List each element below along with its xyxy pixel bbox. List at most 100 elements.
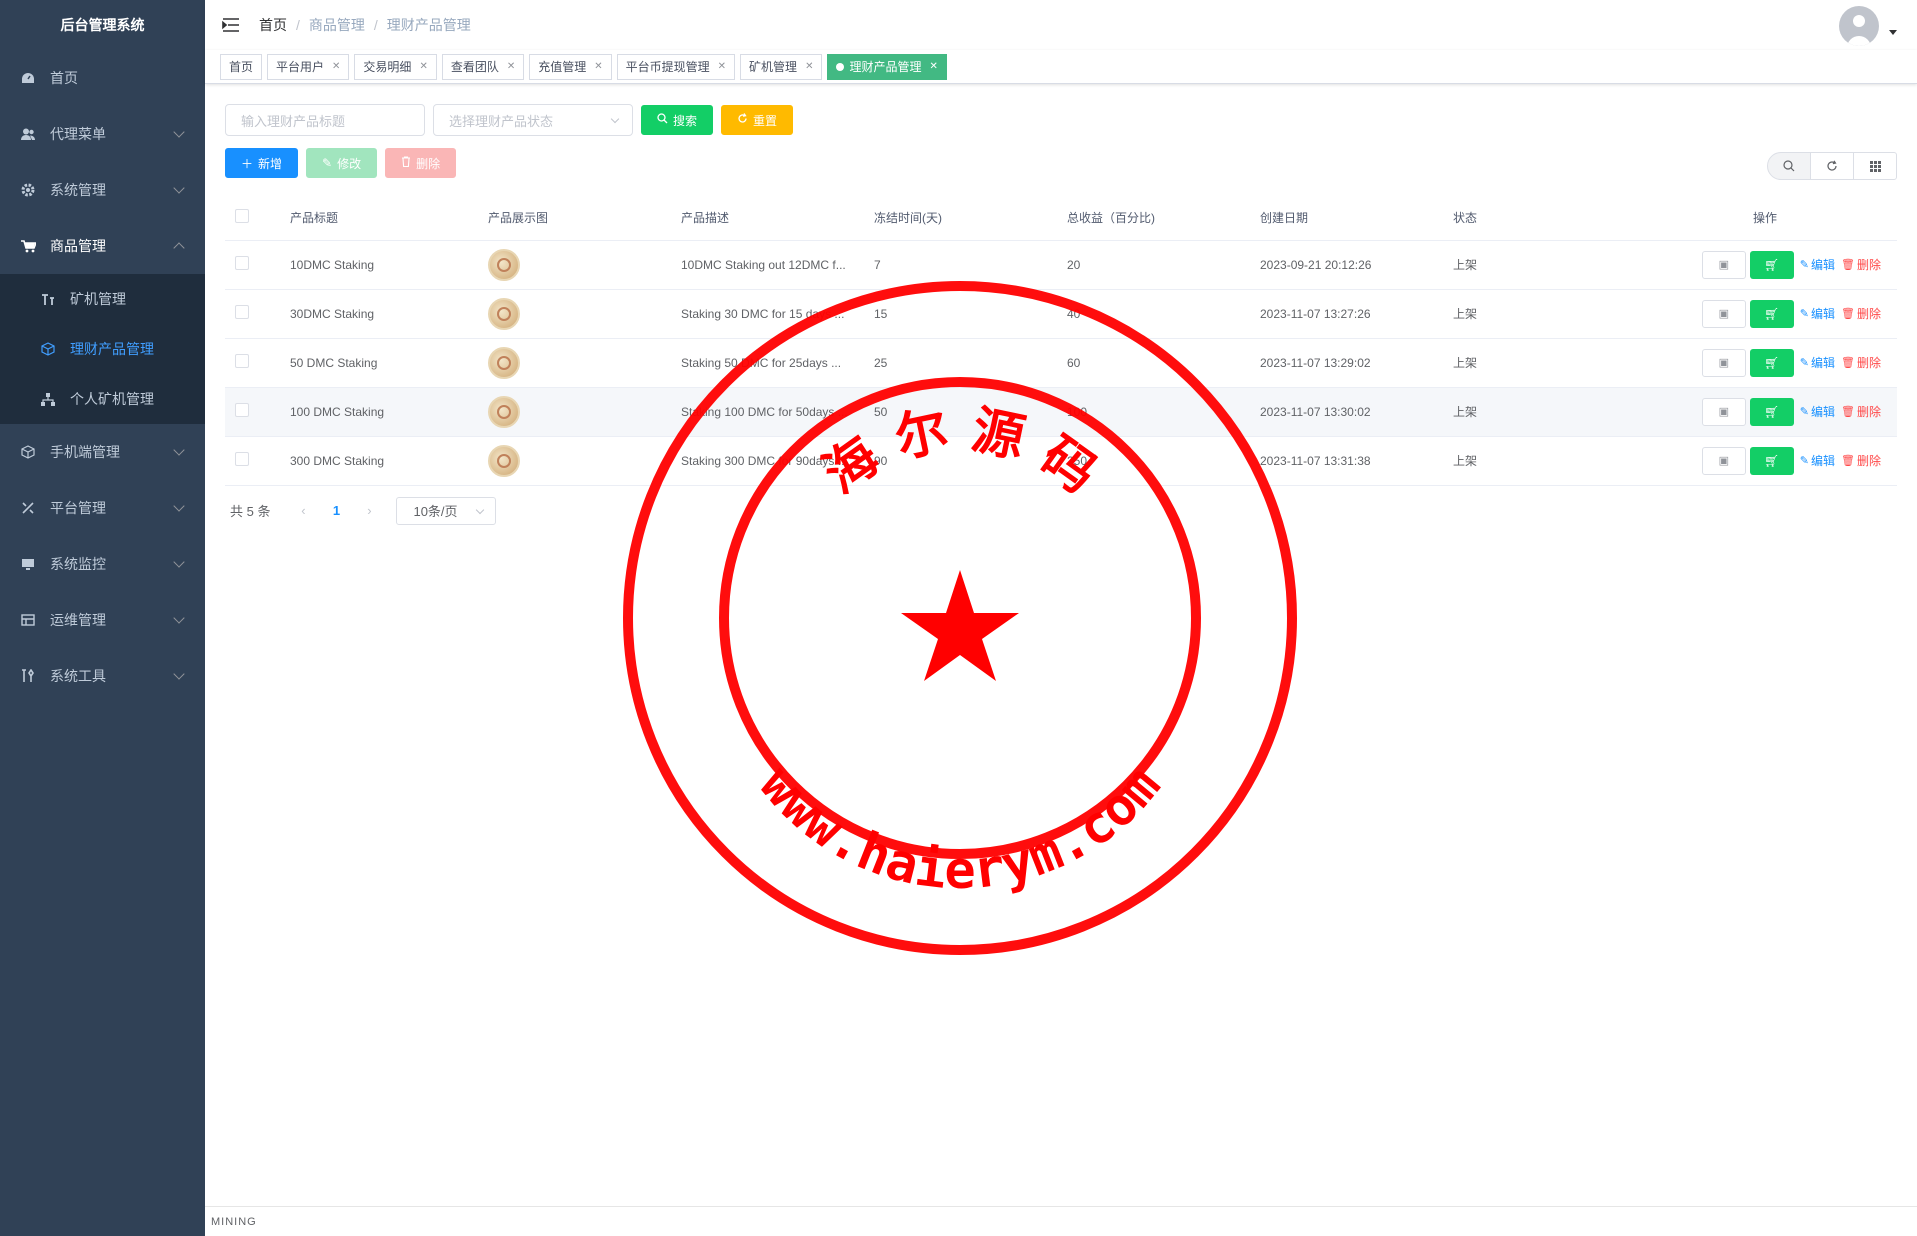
sidebar-subitem-personal-miner[interactable]: 个人矿机管理 bbox=[0, 374, 205, 424]
network-icon bbox=[40, 391, 56, 407]
sidebar-item-mobile[interactable]: 手机端管理 bbox=[0, 424, 205, 480]
close-icon[interactable]: ✕ bbox=[507, 55, 515, 79]
tag-miner[interactable]: 矿机管理 ✕ bbox=[740, 53, 823, 80]
column-header: 创建日期 bbox=[1250, 196, 1443, 241]
cell-date: 2023-09-21 20:12:26 bbox=[1250, 240, 1443, 290]
add-button[interactable]: ＋ 新增 bbox=[225, 148, 299, 178]
tag-transactions[interactable]: 交易明细 ✕ bbox=[354, 53, 437, 80]
cart-button[interactable]: 🛒︎ bbox=[1749, 250, 1794, 279]
row-checkbox[interactable] bbox=[235, 354, 249, 368]
product-image[interactable] bbox=[488, 444, 520, 477]
cell-title: 50 DMC Staking bbox=[280, 338, 478, 388]
close-icon[interactable]: ✕ bbox=[332, 55, 340, 79]
hamburger-icon[interactable] bbox=[211, 0, 251, 50]
row-edit-link[interactable]: ✎ 编辑 bbox=[1800, 354, 1835, 371]
prev-page-button[interactable]: ‹ bbox=[288, 503, 318, 518]
product-image[interactable] bbox=[488, 346, 520, 379]
row-edit-link[interactable]: ✎ 编辑 bbox=[1800, 403, 1835, 420]
product-image[interactable] bbox=[488, 297, 520, 330]
row-delete-label: 删除 bbox=[1856, 356, 1881, 370]
row-checkbox[interactable] bbox=[235, 256, 249, 270]
close-icon[interactable]: ✕ bbox=[929, 55, 937, 79]
page-number[interactable]: 1 bbox=[318, 503, 354, 518]
edit-button[interactable]: ✎ 修改 bbox=[306, 148, 378, 178]
product-image[interactable] bbox=[488, 395, 520, 428]
sidebar-item-monitor[interactable]: 系统监控 bbox=[0, 536, 205, 592]
sidebar-item-goods[interactable]: 商品管理 bbox=[0, 218, 205, 274]
reset-button[interactable]: 重置 bbox=[721, 105, 794, 135]
chevron-down-icon bbox=[173, 668, 185, 680]
active-dot bbox=[836, 62, 845, 71]
row-checkbox[interactable] bbox=[235, 452, 249, 466]
row-delete-link[interactable]: 🗑︎ 删除 bbox=[1841, 305, 1881, 322]
close-icon[interactable]: ✕ bbox=[594, 55, 602, 79]
delete-button[interactable]: 删除 bbox=[385, 148, 457, 178]
cell-date: 2023-11-07 13:29:02 bbox=[1250, 338, 1443, 388]
tag-label: 首页 bbox=[229, 59, 254, 74]
close-icon[interactable]: ✕ bbox=[805, 55, 813, 79]
avatar[interactable] bbox=[1839, 6, 1879, 46]
cart-button[interactable]: 🛒︎ bbox=[1749, 348, 1794, 377]
tag-withdraw[interactable]: 平台币提现管理 ✕ bbox=[616, 53, 736, 80]
row-delete-link[interactable]: 🗑︎ 删除 bbox=[1841, 452, 1881, 469]
cell-desc: Staking 100 DMC for 50days ... bbox=[671, 387, 864, 437]
view-image-button[interactable]: ▣ bbox=[1701, 397, 1746, 426]
row-edit-link[interactable]: ✎ 编辑 bbox=[1800, 305, 1835, 322]
sidebar-item-home[interactable]: 首页 bbox=[0, 50, 205, 106]
search-button[interactable]: 搜索 bbox=[641, 105, 714, 135]
cell-title: 10DMC Staking bbox=[280, 240, 478, 290]
status-select[interactable]: 选择理财产品状态 bbox=[433, 104, 633, 136]
row-checkbox[interactable] bbox=[235, 305, 249, 319]
sidebar-item-ops[interactable]: 运维管理 bbox=[0, 592, 205, 648]
sidebar-item-label: 系统工具 bbox=[50, 668, 106, 684]
tag-finance-product[interactable]: 理财产品管理 ✕ bbox=[827, 53, 947, 80]
breadcrumb-home[interactable]: 首页 bbox=[259, 15, 287, 35]
chevron-down-icon bbox=[476, 505, 485, 514]
view-image-button[interactable]: ▣ bbox=[1701, 299, 1746, 328]
tag-home[interactable]: 首页 bbox=[220, 53, 263, 80]
row-delete-link[interactable]: 🗑︎ 删除 bbox=[1841, 354, 1881, 371]
columns-button[interactable] bbox=[1853, 152, 1897, 180]
row-checkbox[interactable] bbox=[235, 403, 249, 417]
close-icon[interactable]: ✕ bbox=[718, 55, 726, 79]
page-size-select[interactable]: 10条/页 bbox=[396, 496, 497, 525]
image-icon: ▣ bbox=[1718, 357, 1729, 369]
title-search-input[interactable]: 输入理财产品标题 bbox=[225, 104, 425, 136]
view-image-button[interactable]: ▣ bbox=[1701, 250, 1746, 279]
sidebar: 后台管理系统 首页 代理菜单 系统管理 商品管理 矿机管理 理财产品管理 个人矿… bbox=[0, 0, 205, 1236]
column-header: 总收益（百分比) bbox=[1057, 196, 1250, 241]
cell-desc: 10DMC Staking out 12DMC f... bbox=[671, 240, 864, 290]
table-row: 50 DMC Staking Staking 50 DMC for 25days… bbox=[225, 338, 1897, 388]
row-delete-link[interactable]: 🗑︎ 删除 bbox=[1841, 256, 1881, 273]
image-icon: ▣ bbox=[1718, 455, 1729, 467]
cart-button[interactable]: 🛒︎ bbox=[1749, 299, 1794, 328]
refresh-button[interactable] bbox=[1810, 152, 1854, 180]
row-edit-link[interactable]: ✎ 编辑 bbox=[1800, 256, 1835, 273]
select-all-checkbox[interactable] bbox=[235, 209, 249, 224]
sidebar-item-system[interactable]: 系统管理 bbox=[0, 162, 205, 218]
view-image-button[interactable]: ▣ bbox=[1701, 446, 1746, 475]
view-image-button[interactable]: ▣ bbox=[1701, 348, 1746, 377]
row-delete-link[interactable]: 🗑︎ 删除 bbox=[1841, 403, 1881, 420]
sidebar-item-platform[interactable]: 平台管理 bbox=[0, 480, 205, 536]
cell-desc: Staking 50 DMC for 25days ... bbox=[671, 338, 864, 388]
chevron-down-icon bbox=[173, 444, 185, 456]
tags-view: 首页 平台用户 ✕ 交易明细 ✕ 查看团队 ✕ 充值管理 ✕ 平台币提现管理 ✕ 矿机管理… bbox=[205, 50, 1917, 84]
cart-button[interactable]: 🛒︎ bbox=[1749, 397, 1794, 426]
chevron-up-icon bbox=[173, 242, 185, 254]
close-icon[interactable]: ✕ bbox=[419, 55, 427, 79]
caret-down-icon[interactable] bbox=[1889, 30, 1897, 35]
tag-recharge[interactable]: 充值管理 ✕ bbox=[529, 53, 612, 80]
sidebar-item-agent[interactable]: 代理菜单 bbox=[0, 106, 205, 162]
next-page-button[interactable]: › bbox=[354, 503, 384, 518]
product-image[interactable] bbox=[488, 248, 520, 281]
sidebar-subitem-finance-product[interactable]: 理财产品管理 bbox=[0, 324, 205, 374]
tag-platform-users[interactable]: 平台用户 ✕ bbox=[267, 53, 350, 80]
sidebar-subitem-miner[interactable]: 矿机管理 bbox=[0, 274, 205, 324]
row-edit-link[interactable]: ✎ 编辑 bbox=[1800, 452, 1835, 469]
toggle-search-button[interactable] bbox=[1767, 152, 1811, 180]
sidebar-item-tools[interactable]: 系统工具 bbox=[0, 648, 205, 704]
footer: MINING bbox=[205, 1206, 1917, 1236]
tag-team[interactable]: 查看团队 ✕ bbox=[441, 53, 525, 80]
cart-button[interactable]: 🛒︎ bbox=[1749, 446, 1794, 475]
